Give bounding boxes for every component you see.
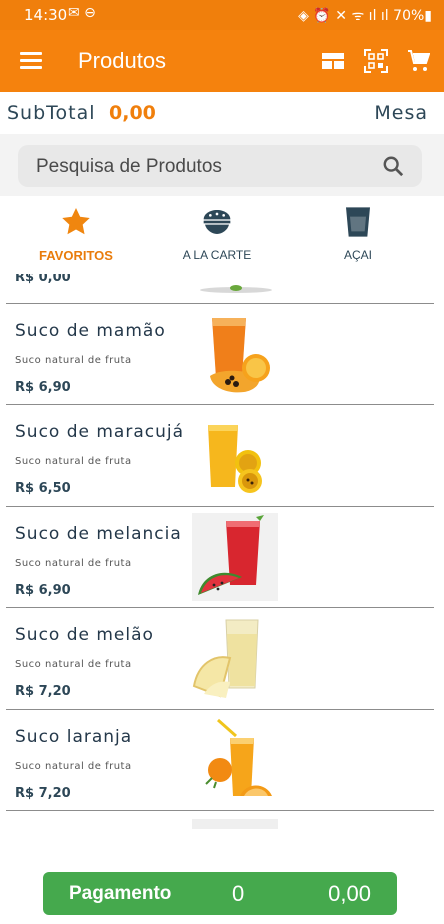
tab-label: FAVORITOS	[39, 248, 113, 263]
menu-icon[interactable]	[20, 52, 42, 70]
tab-label: AÇAI	[343, 248, 372, 262]
product-image	[192, 619, 259, 698]
product-image	[205, 718, 272, 796]
list-item-partial[interactable]	[6, 810, 434, 840]
category-tabs: FAVORITOS A LA CARTE AÇAI	[0, 196, 444, 274]
product-description: Suco natural de fruta	[15, 355, 132, 366]
search-icon[interactable]	[382, 155, 404, 177]
payment-button[interactable]: Pagamento 0 0,00	[43, 872, 397, 915]
subtotal-bar: SubTotal 0,00 Mesa	[0, 92, 444, 134]
layout-icon[interactable]	[321, 49, 345, 73]
app-bar: Produtos	[0, 30, 444, 92]
list-item-partial[interactable]: R$ 0,00	[6, 274, 434, 304]
list-item[interactable]: Suco de mamão Suco natural de fruta R$ 6…	[6, 303, 434, 404]
tab-a-la-carte[interactable]: A LA CARTE	[143, 196, 291, 274]
product-price: R$ 6,50	[15, 481, 71, 496]
search-input[interactable]	[34, 153, 368, 181]
food-bowl-icon	[203, 210, 231, 234]
product-name: Suco laranja	[15, 727, 133, 747]
list-item[interactable]: Suco laranja Suco natural de fruta R$ 7,…	[6, 709, 434, 810]
mesa-button[interactable]: Mesa	[374, 102, 428, 124]
subtotal-label: SubTotal	[7, 102, 96, 124]
qr-scan-icon[interactable]	[364, 49, 388, 73]
bottom-bar: Pagamento 0 0,00	[0, 840, 444, 924]
product-name: Suco de melancia	[15, 524, 182, 544]
product-description: Suco natural de fruta	[15, 558, 132, 569]
product-image	[192, 819, 278, 829]
product-list[interactable]: R$ 0,00 Suco de mamão Suco natural de fr…	[0, 274, 444, 840]
product-description: Suco natural de fruta	[15, 761, 132, 772]
product-image	[192, 513, 278, 601]
signal-icons: ◈ ⏰ ✕ ᯤ ıl ıl	[298, 8, 394, 24]
product-price: R$ 7,20	[15, 786, 71, 801]
tab-acai[interactable]: AÇAI	[284, 196, 432, 274]
payment-label: Pagamento	[69, 883, 172, 904]
product-price: R$ 7,20	[15, 684, 71, 699]
status-bar: 14:30 ✉ ⊖ ◈ ⏰ ✕ ᯤ ıl ıl 70%▮	[0, 0, 444, 30]
product-description: Suco natural de fruta	[15, 456, 132, 467]
tab-label: A LA CARTE	[182, 248, 252, 262]
battery-level: 70%	[393, 8, 425, 24]
tab-favoritos[interactable]: FAVORITOS	[2, 196, 150, 274]
search-box[interactable]	[18, 145, 422, 187]
subtotal-value: 0,00	[109, 102, 156, 124]
notification-icons: ✉ ⊖	[68, 5, 96, 21]
product-image	[200, 285, 272, 293]
product-price: R$ 6,90	[15, 380, 71, 395]
product-name: Suco de maracujá	[15, 422, 185, 442]
list-item[interactable]: Suco de melancia Suco natural de fruta R…	[6, 506, 434, 607]
status-right: ◈ ⏰ ✕ ᯤ ıl ıl 70%▮	[298, 6, 432, 25]
product-price: R$ 6,90	[15, 583, 71, 598]
product-name: Suco de melão	[15, 625, 154, 645]
star-icon	[62, 208, 90, 235]
battery-icon: ▮	[424, 8, 432, 24]
product-image	[208, 425, 262, 493]
payment-total: 0,00	[328, 881, 371, 906]
product-image	[210, 318, 270, 393]
product-name: Suco de mamão	[15, 321, 166, 341]
product-description: Suco natural de fruta	[15, 659, 132, 670]
status-time: 14:30	[24, 6, 68, 24]
product-price: R$ 0,00	[15, 274, 71, 285]
cart-icon[interactable]	[406, 49, 430, 73]
search-area	[0, 134, 444, 196]
payment-count: 0	[232, 881, 245, 906]
page-title: Produtos	[78, 48, 167, 73]
cup-icon	[346, 207, 370, 237]
list-item[interactable]: Suco de melão Suco natural de fruta R$ 7…	[6, 607, 434, 708]
list-item[interactable]: Suco de maracujá Suco natural de fruta R…	[6, 404, 434, 505]
